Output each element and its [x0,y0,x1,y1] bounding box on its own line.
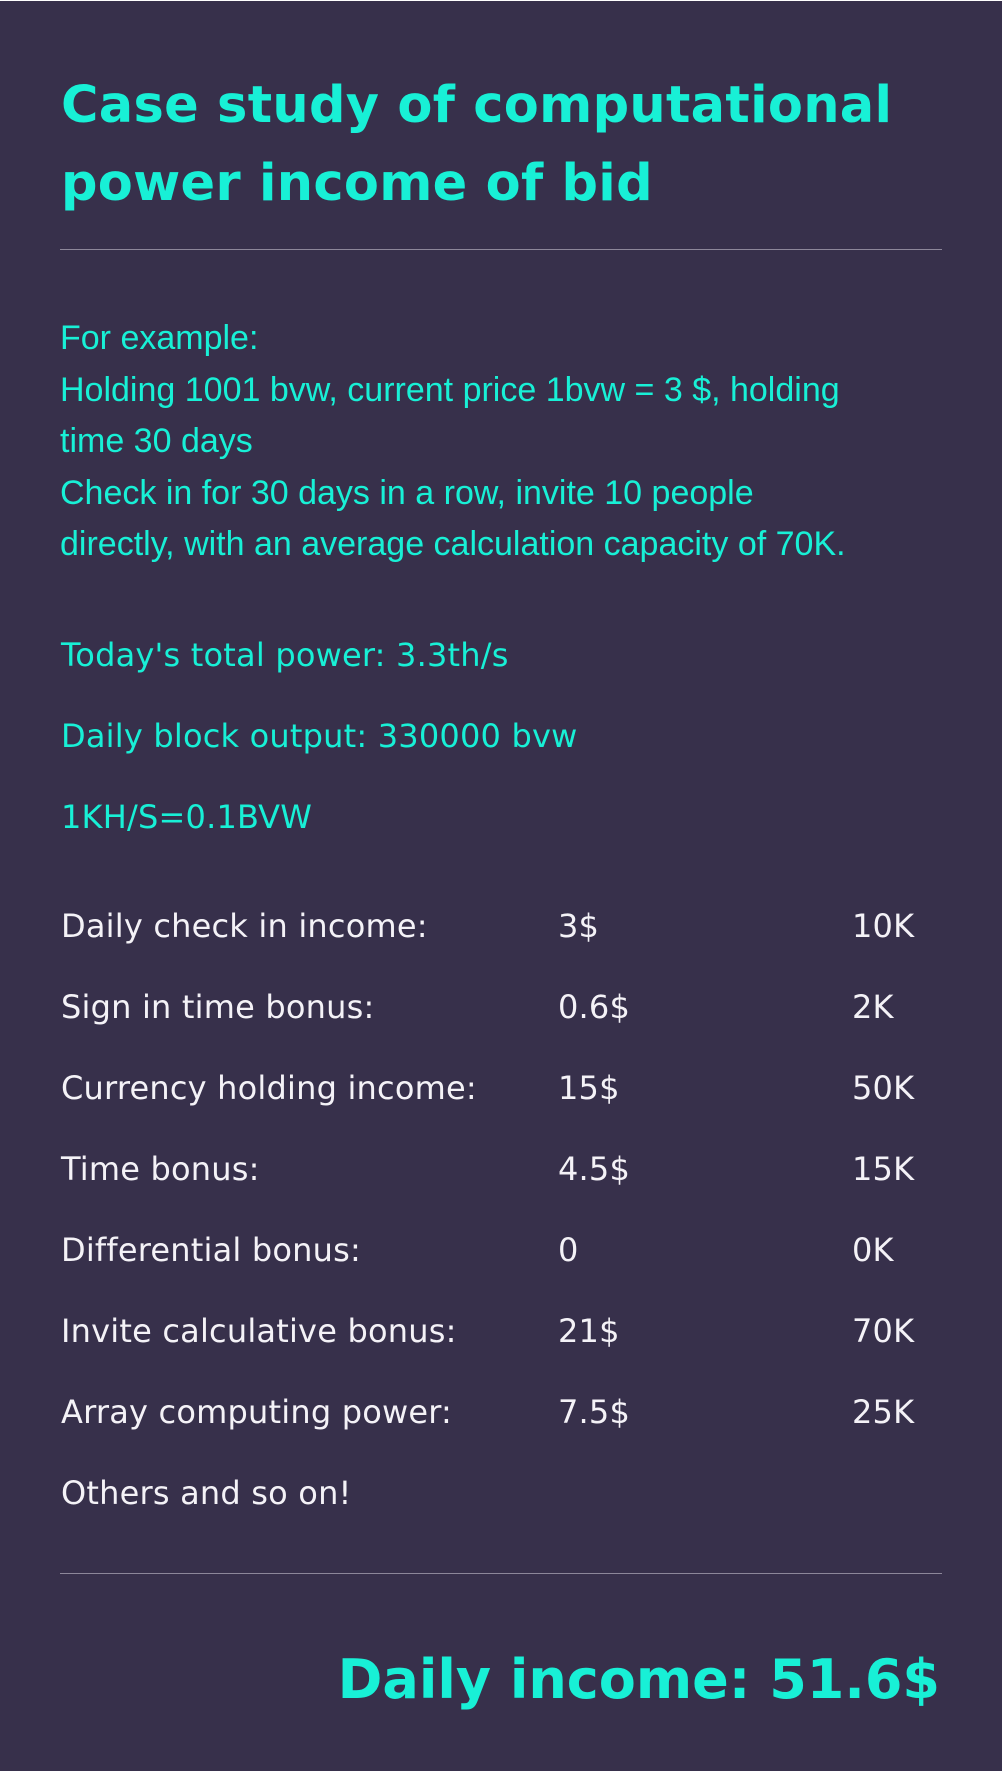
example-line: Holding 1001 bvw, current price 1bvw = 3… [60,370,840,409]
income-power-value: 2K [852,988,894,1026]
table-row: Differential bonus: 0 0K [61,1230,941,1311]
income-usd-value: 3$ [558,907,600,945]
table-row: Sign in time bonus: 0.6$ 2K [61,987,941,1068]
income-usd-value: 7.5$ [558,1393,631,1431]
income-case-study-card: Case study of computational power income… [0,1,1002,1771]
income-label: Daily check in income: [61,907,428,945]
income-power-value: 70K [852,1312,915,1350]
income-usd-value: 0.6$ [558,988,631,1026]
income-label: Array computing power: [61,1393,453,1431]
income-label: Differential bonus: [61,1231,361,1269]
example-description: For example: Holding 1001 bvw, current p… [60,313,960,571]
income-label: Sign in time bonus: [61,988,375,1026]
example-line: For example: [60,319,259,357]
example-line: directly, with an average calculation ca… [60,525,846,563]
bottom-divider [60,1573,942,1574]
top-divider [60,249,942,250]
income-usd-value: 0 [558,1231,579,1269]
daily-income-total: Daily income: 51.6$ [337,1648,940,1711]
income-label: Currency holding income: [61,1069,477,1107]
income-usd-value: 15$ [558,1069,620,1107]
example-line: time 30 days [60,422,253,460]
income-power-value: 15K [852,1150,915,1188]
income-power-value: 50K [852,1069,915,1107]
table-row: Currency holding income: 15$ 50K [61,1068,941,1149]
income-breakdown-table: Daily check in income: 3$ 10K Sign in ti… [61,906,941,1473]
table-row: Time bonus: 4.5$ 15K [61,1149,941,1230]
table-row: Invite calculative bonus: 21$ 70K [61,1311,941,1392]
page-title: Case study of computational power income… [61,76,893,213]
income-power-value: 10K [852,907,915,945]
table-row: Array computing power: 7.5$ 25K [61,1392,941,1473]
others-note: Others and so on! [61,1474,352,1512]
income-power-value: 0K [852,1231,894,1269]
total-power-stat: Today's total power: 3.3th/s [61,636,509,674]
income-power-value: 25K [852,1393,915,1431]
income-usd-value: 4.5$ [558,1150,631,1188]
table-row: Daily check in income: 3$ 10K [61,906,941,987]
example-line: Check in for 30 days in a row, invite 10… [60,473,754,512]
income-label: Invite calculative bonus: [61,1312,457,1350]
income-label: Time bonus: [61,1150,260,1188]
power-conversion-rate: 1KH/S=0.1BVW [61,798,313,836]
income-usd-value: 21$ [558,1312,620,1350]
daily-block-output-stat: Daily block output: 330000 bvw [61,717,578,755]
